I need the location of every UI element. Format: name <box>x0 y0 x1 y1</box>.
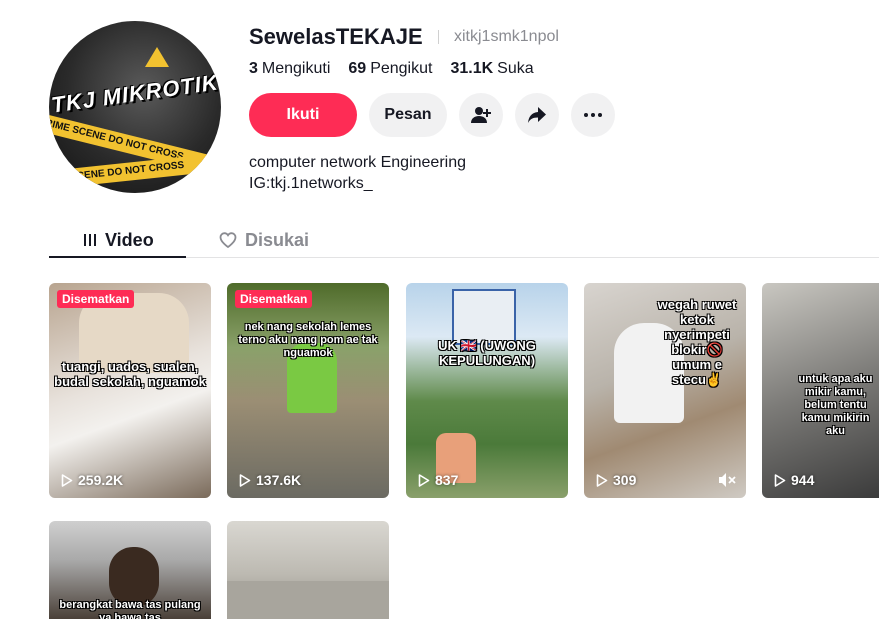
bio-line: IG:tkj.1networks_ <box>249 175 373 192</box>
video-card[interactable]: Disematkan tuangi, uados, sualen, budal … <box>49 283 211 498</box>
pinned-badge: Disematkan <box>57 290 135 308</box>
stat-label: Mengikuti <box>261 60 331 77</box>
bio-line: computer network Engineering <box>249 154 467 171</box>
share-button[interactable] <box>515 93 559 137</box>
tab-label: Disukai <box>245 229 310 250</box>
more-options-button[interactable] <box>571 93 615 137</box>
video-caption: berangkat bawa tas pulang ya bawa tas <box>59 599 201 619</box>
person-plus-icon <box>471 107 491 123</box>
view-count-value: 309 <box>613 472 637 488</box>
stat-value: 69 <box>348 60 367 77</box>
view-count: 837 <box>418 472 458 488</box>
stat-label: Suka <box>497 60 534 77</box>
play-icon <box>774 473 786 487</box>
avatar[interactable]: TKJ MIKROTIK CRIME SCENE DO NOT CROSS CR… <box>49 21 221 193</box>
thumbnail-figure <box>109 547 159 607</box>
profile-username: SewelasTEKAJE <box>249 24 423 49</box>
video-caption: nek nang sekolah lemes terno aku nang po… <box>238 321 378 359</box>
heart-outline-icon <box>219 232 237 248</box>
video-card[interactable]: untuk apa aku mikir kamu, belum tentu ka… <box>762 283 879 498</box>
profile-page: TKJ MIKROTIK CRIME SCENE DO NOT CROSS CR… <box>0 0 879 619</box>
video-card[interactable] <box>227 521 389 619</box>
share-arrow-icon <box>528 107 546 123</box>
thumbnail-sign <box>452 289 516 345</box>
message-button[interactable]: Pesan <box>369 93 447 137</box>
add-friend-button[interactable] <box>459 93 503 137</box>
follow-button[interactable]: Ikuti <box>249 93 357 137</box>
play-icon <box>239 473 251 487</box>
divider <box>438 30 439 44</box>
stat-value: 31.1K <box>450 60 494 77</box>
view-count-value: 137.6K <box>256 472 302 488</box>
video-caption: untuk apa aku mikir kamu, belum tentu ka… <box>798 373 873 437</box>
stat-following[interactable]: 3 Mengikuti <box>249 60 330 78</box>
profile-bio: computer network Engineering IG:tkj.1net… <box>249 152 466 194</box>
view-count: 309 <box>596 472 636 488</box>
video-card[interactable]: wegah ruwet ketok nyerimpeti blokir🚫 umu… <box>584 283 746 498</box>
pinned-badge: Disematkan <box>235 290 313 308</box>
muted-icon <box>719 473 736 487</box>
stat-label: Pengikut <box>370 60 433 77</box>
grid-bars-icon <box>84 234 96 246</box>
tab-label: Video <box>105 229 154 250</box>
view-count: 259.2K <box>61 472 123 488</box>
warning-sign-icon <box>145 47 169 67</box>
stat-likes: 31.1K Suka <box>450 60 533 78</box>
video-caption: wegah ruwet ketok nyerimpeti blokir🚫 umu… <box>657 297 737 387</box>
view-count: 137.6K <box>239 472 301 488</box>
view-count-value: 944 <box>791 472 815 488</box>
play-icon <box>61 473 73 487</box>
thumbnail-classroom <box>227 581 389 619</box>
profile-tabs: Video Disukai <box>49 222 879 258</box>
tab-liked[interactable]: Disukai <box>219 222 309 258</box>
avatar-logo-text: TKJ MIKROTIK <box>49 69 221 118</box>
tab-video[interactable]: Video <box>83 222 154 258</box>
video-card[interactable]: UK 🇬🇧 (UWONG KEPULUNGAN) 837 <box>406 283 568 498</box>
view-count-value: 837 <box>435 472 459 488</box>
profile-stats: 3 Mengikuti 69 Pengikut 31.1K Suka <box>249 60 534 78</box>
view-count-value: 259.2K <box>78 472 124 488</box>
video-caption: UK 🇬🇧 (UWONG KEPULUNGAN) <box>438 338 536 368</box>
view-count: 944 <box>774 472 814 488</box>
video-caption: tuangi, uados, sualen, budal sekolah, ng… <box>54 359 206 389</box>
active-tab-indicator <box>49 256 186 258</box>
more-dots-icon <box>584 113 602 117</box>
stat-value: 3 <box>249 60 258 77</box>
stat-followers[interactable]: 69 Pengikut <box>348 60 432 78</box>
video-card[interactable]: berangkat bawa tas pulang ya bawa tas <box>49 521 211 619</box>
play-icon <box>596 473 608 487</box>
profile-handle: xitkj1smk1npol <box>454 28 559 45</box>
avatar-tape: CRIME SCENE DO NOT CROSS <box>49 149 221 191</box>
video-card[interactable]: Disematkan nek nang sekolah lemes terno … <box>227 283 389 498</box>
play-icon <box>418 473 430 487</box>
